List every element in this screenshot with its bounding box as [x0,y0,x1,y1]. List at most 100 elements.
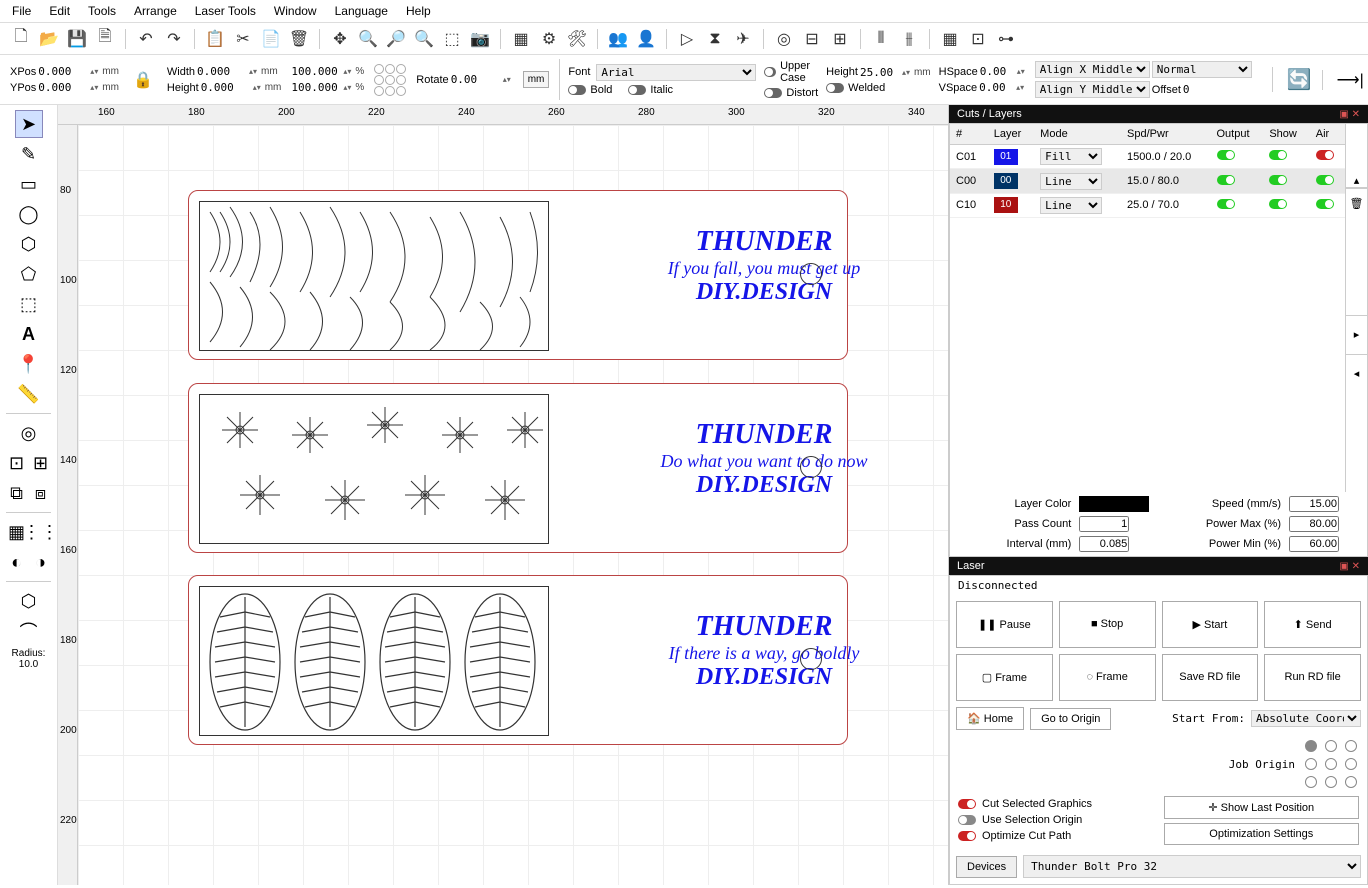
height-input[interactable] [201,81,251,94]
welded-toggle[interactable] [826,83,844,93]
layer-row-c00[interactable]: C00 00 Line 15.0 / 80.0 [950,169,1345,193]
menu-language[interactable]: Language [335,4,388,18]
user-icon[interactable]: 👤 [635,28,657,50]
alignx-select[interactable]: Align X Middle [1035,61,1150,78]
aligny-select[interactable]: Align Y Middle [1035,81,1150,98]
settings-icon[interactable]: ⚙ [538,28,560,50]
circle-tool[interactable]: ◯ [15,200,43,228]
users-icon[interactable]: 👥 [607,28,629,50]
distribute1-icon[interactable]: ⫴ [870,28,892,50]
use-sel-toggle[interactable] [958,815,976,825]
design-card-2[interactable]: THUNDER Do what you want to do now DIY.D… [188,383,848,553]
anchor-grid[interactable] [374,64,406,96]
width-input[interactable] [197,65,247,78]
vspace-input[interactable] [979,81,1014,94]
copy-icon[interactable]: 📋 [204,28,226,50]
home-button[interactable]: 🏠 Home [956,707,1024,730]
design-card-1[interactable]: THUNDER If you fall, you must get up DIY… [188,190,848,360]
send-icon[interactable]: ▷ [676,28,698,50]
layer-up-button[interactable]: ▴ [1346,124,1367,188]
menu-arrange[interactable]: Arrange [134,4,177,18]
panel-controls[interactable]: ▣ ✕ [1339,109,1360,120]
distort-toggle[interactable] [764,88,782,98]
canvas-area[interactable]: 160180 200220 240260 280300 320340 80100… [58,105,948,885]
layer-left-button[interactable]: ◂ [1346,355,1367,395]
show-toggle-c10[interactable] [1269,199,1287,209]
run-rd-button[interactable]: Run RD file [1264,654,1361,701]
marker-tool[interactable]: 📍 [15,350,43,378]
devices-button[interactable]: Devices [956,856,1017,878]
camera-icon[interactable]: 📷 [469,28,491,50]
laser-panel-controls[interactable]: ▣ ✕ [1339,561,1360,572]
select-tool[interactable]: ➤ [15,110,43,138]
path-tool[interactable]: ⬠ [15,260,43,288]
air-toggle-c00[interactable] [1316,175,1334,185]
cut-icon[interactable]: ✂ [232,28,254,50]
open-icon[interactable]: 📂 [38,28,60,50]
job-origin-grid[interactable] [1305,740,1359,788]
send-button[interactable]: ⬆ Send [1264,601,1361,648]
upper-toggle[interactable] [764,67,776,77]
layer-row-c10[interactable]: C10 10 Line 25.0 / 70.0 [950,193,1345,217]
weld-tool[interactable]: ⊡ [5,449,29,477]
mirror-h-icon[interactable]: ⧗ [704,28,726,50]
air-toggle-c10[interactable] [1316,199,1334,209]
stop-button[interactable]: ■ Stop [1059,601,1156,648]
menu-window[interactable]: Window [274,4,317,18]
measure-tool[interactable]: 📏 [15,380,43,408]
move-icon[interactable]: ✥ [329,28,351,50]
design-card-3[interactable]: THUNDER If there is a way, go boldly DIY… [188,575,848,745]
paste-icon[interactable]: 📄 [260,28,282,50]
font-select[interactable]: Arial [596,64,756,81]
italic-toggle[interactable] [628,85,646,95]
interval-input[interactable] [1079,536,1129,552]
output-toggle-c10[interactable] [1217,199,1235,209]
normal-select[interactable]: Normal [1152,61,1252,78]
rect-tool[interactable]: ▭ [15,170,43,198]
laser-panel-header[interactable]: Laser▣ ✕ [949,557,1368,575]
output-toggle-c01[interactable] [1217,150,1235,160]
layer-swatch-c10[interactable]: 10 [994,197,1018,213]
zoom-icon[interactable]: 🔎 [385,28,407,50]
show-toggle-c00[interactable] [1269,175,1287,185]
layer-swatch-c01[interactable]: 01 [994,149,1018,165]
pause-button[interactable]: ❚❚ Pause [956,601,1053,648]
air-toggle-c01[interactable] [1316,150,1334,160]
frame2-button[interactable]: ◌ Frame [1059,654,1156,701]
rotary-icon[interactable]: 🔄 [1272,67,1312,92]
mirror-v-icon[interactable]: ✈ [732,28,754,50]
ypos-input[interactable] [38,81,88,94]
layer-right-button[interactable]: ▸ [1346,315,1367,355]
save-rd-button[interactable]: Save RD file [1162,654,1259,701]
menu-laser-tools[interactable]: Laser Tools [195,4,256,18]
zoom-in-icon[interactable]: 🔍 [357,28,379,50]
cuts-panel-header[interactable]: Cuts / Layers▣ ✕ [949,105,1368,123]
array-icon[interactable]: ▦ [939,28,961,50]
new-icon[interactable]: 🗋 [10,28,32,50]
opt-settings-button[interactable]: Optimization Settings [1164,823,1360,845]
polygon-tool[interactable]: ⬡ [15,230,43,258]
pass-count-input[interactable] [1079,516,1129,532]
target-icon[interactable]: ◎ [773,28,795,50]
curve-tool[interactable]: ⌒ [15,617,43,645]
frame1-button[interactable]: ▢ Frame [956,654,1053,701]
layer-delete-button[interactable]: 🗑 [1346,188,1367,218]
mode-select-c01[interactable]: Fill [1040,148,1102,165]
lock-icon[interactable]: 🔒 [129,70,157,90]
device-select[interactable]: Thunder Bolt Pro 32 [1023,855,1361,878]
layer-row-c01[interactable]: C01 01 Fill 1500.0 / 20.0 [950,145,1345,169]
xpos-input[interactable] [38,65,88,78]
grid-icon[interactable]: ⊡ [967,28,989,50]
select-area-icon[interactable]: ⬚ [441,28,463,50]
menu-file[interactable]: File [12,4,31,18]
undo-icon[interactable]: ↶ [135,28,157,50]
menu-help[interactable]: Help [406,4,431,18]
rotate-input[interactable] [451,73,501,86]
show-toggle-c01[interactable] [1269,150,1287,160]
power-min-input[interactable] [1289,536,1339,552]
go-origin-button[interactable]: Go to Origin [1030,708,1111,730]
pen-tool[interactable]: ✎ [15,140,43,168]
tools-icon[interactable]: 🛠 [566,28,588,50]
canvas[interactable]: THUNDER If you fall, you must get up DIY… [78,125,948,885]
offset-input[interactable] [1183,83,1213,96]
